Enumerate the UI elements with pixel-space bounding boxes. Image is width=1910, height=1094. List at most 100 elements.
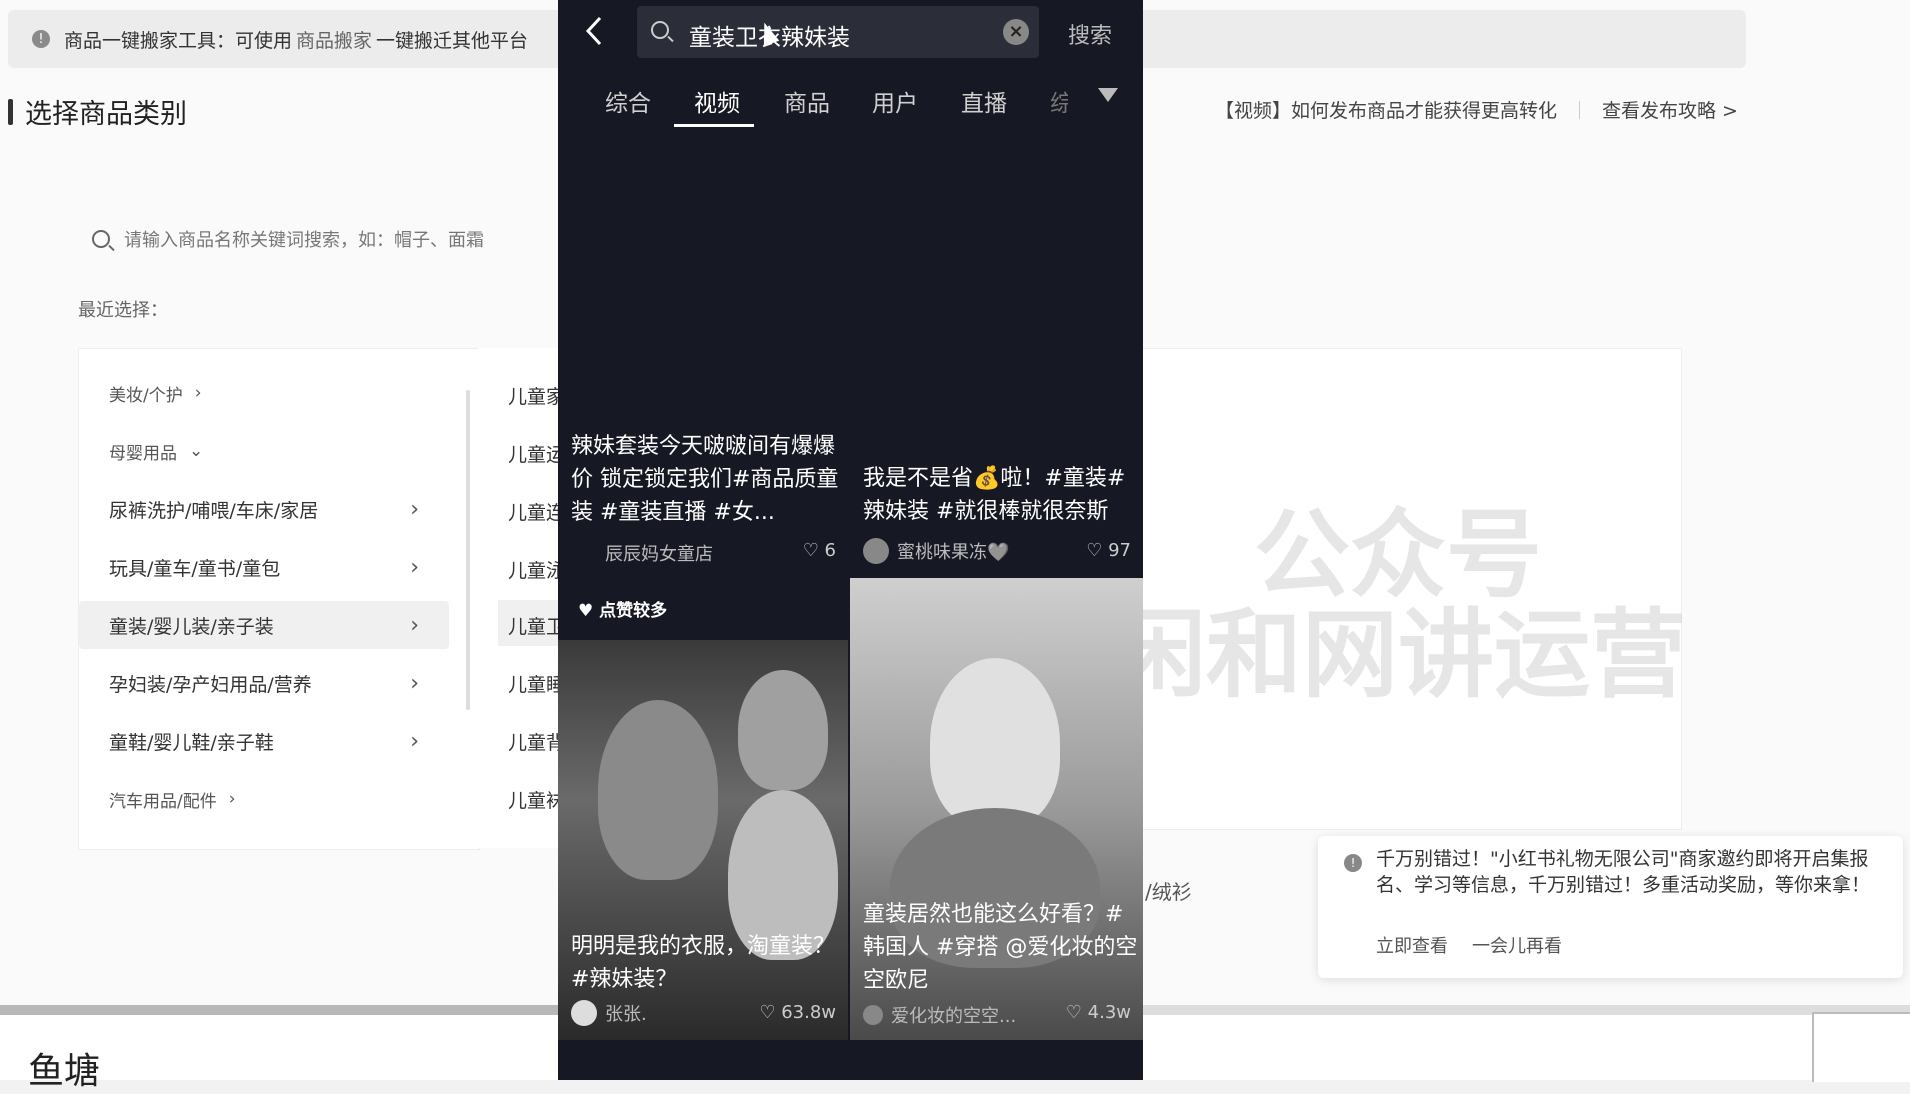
video-author[interactable]: 张张. (571, 1000, 647, 1026)
category-label: 童装/婴儿装/亲子装 (109, 615, 274, 638)
author-name: 张张. (605, 1004, 647, 1025)
avatar (863, 538, 889, 564)
notice-title: 商品一键搬家工具：可使用 (64, 29, 293, 52)
guide-more-link[interactable]: 查看发布攻略 > (1602, 96, 1738, 123)
likes-value: 6 (824, 540, 836, 561)
category-label: 玩具/童车/童书/童包 (109, 557, 281, 580)
scrollbar-thumb[interactable] (0, 1005, 560, 1015)
category-label: 母婴用品 (109, 443, 177, 464)
like-count: ♡ 4.3w (1065, 1002, 1131, 1023)
subcategory-item[interactable]: 儿童睡 (508, 670, 565, 697)
category-item-diapers[interactable]: 尿裤洗护/哺喂/车床/家居 › (79, 485, 449, 533)
subcategory-item[interactable]: 儿童连 (508, 498, 565, 525)
like-count: ♡ 63.8w (759, 1002, 836, 1023)
video-card[interactable]: 童装居然也能这么好看？#韩国人 #穿搭 @爱化妆的空空欧尼 爱化妆的空空... … (850, 578, 1143, 1040)
person-face (930, 658, 1060, 828)
notice-text: 一键搬迁其他平台 (376, 29, 529, 52)
tab-general[interactable]: 综合 (605, 84, 651, 118)
category-label: 汽车用品/配件 (109, 791, 217, 812)
watermark-line: 公众号 (1254, 499, 1542, 611)
subcategory-item[interactable]: 儿童卫 (508, 612, 565, 639)
page-title-text: 选择商品类别 (25, 99, 187, 130)
category-item-auto[interactable]: 汽车用品/配件 › (79, 775, 449, 823)
view-now-button[interactable]: 立即查看 (1376, 932, 1448, 958)
section-heading: 鱼塘 (28, 1051, 101, 1092)
page-title: 选择商品类别 (8, 92, 187, 131)
video-card[interactable]: 辣妹套装今天啵啵间有爆爆价 锁定锁定我们#商品质童装 #童装直播 #女... 辰… (558, 140, 848, 570)
guide-video-link[interactable]: 【视频】如何发布商品才能获得更高转化 (1215, 96, 1557, 123)
phone-search-input[interactable]: 童装卫衣辣妹装 × (637, 6, 1039, 58)
clear-icon[interactable]: × (1003, 19, 1029, 45)
tab-goods[interactable]: 商品 (784, 84, 830, 118)
category-item-kids-clothing[interactable]: 童装/婴儿装/亲子装 › (79, 601, 449, 649)
chevron-right-icon: › (410, 612, 419, 638)
author-name: 爱化妆的空空... (891, 1006, 1017, 1027)
subcategory-item[interactable]: 儿童运 (508, 440, 565, 467)
likes-value: 4.3w (1087, 1002, 1131, 1023)
watermark-line: 闲和网讲运营 (1110, 599, 1686, 711)
category-item-kids-shoes[interactable]: 童鞋/婴儿鞋/亲子鞋 › (79, 717, 449, 765)
later-button[interactable]: 一会儿再看 (1472, 932, 1562, 958)
chevron-right-icon: › (410, 728, 419, 754)
person-figure (598, 700, 718, 880)
video-author[interactable]: 辰辰妈女童店 (571, 540, 713, 566)
subcategory-item[interactable]: 儿童家 (508, 382, 565, 409)
info-icon: ! (1344, 854, 1362, 872)
avatar (571, 1000, 597, 1026)
category-scrollbar[interactable] (466, 390, 470, 710)
phone-search-button[interactable]: 搜索 (1068, 18, 1112, 50)
back-arrow-icon[interactable] (580, 14, 610, 48)
subcategory-item[interactable]: 儿童背 (508, 728, 565, 755)
third-level-item[interactable]: /绒衫 (1145, 876, 1192, 905)
category-label: 童鞋/婴儿鞋/亲子鞋 (109, 731, 274, 754)
notice-link[interactable]: 商品搬家 (296, 26, 372, 53)
chevron-down-icon: ⌄ (189, 441, 204, 461)
hot-badge: ♥ 点赞较多 (578, 601, 668, 621)
search-placeholder: 请输入商品名称关键词搜索，如：帽子、面霜 (124, 230, 484, 251)
category-list: 美妆/个护 › 母婴用品 ⌄ 尿裤洗护/哺喂/车床/家居 › 玩具/童车/童书/… (78, 348, 480, 850)
filter-icon[interactable] (1098, 88, 1118, 102)
video-author[interactable]: 蜜桃味果冻🩶 (863, 538, 1009, 564)
toast-actions: 立即查看 一会儿再看 (1376, 932, 1562, 958)
title-accent-bar (8, 98, 13, 125)
category-item-beauty[interactable]: 美妆/个护 › (79, 369, 449, 417)
category-label: 尿裤洗护/哺喂/车床/家居 (109, 499, 319, 522)
toast-message: 千万别错过！"小红书礼物无限公司"商家邀约即将开启集报名、学习等信息，千万别错过… (1376, 848, 1871, 896)
category-item-toys[interactable]: 玩具/童车/童书/童包 › (79, 543, 449, 591)
chevron-right-icon: › (410, 496, 419, 522)
phone-tabs: 综合 视频 商品 用户 直播 综 (558, 80, 1143, 130)
tab-live[interactable]: 直播 (961, 84, 1007, 118)
video-caption: 辣妹套装今天啵啵间有爆爆价 锁定锁定我们#商品质童装 #童装直播 #女... (571, 434, 839, 525)
category-label: 孕妇装/孕产妇用品/营养 (109, 673, 312, 696)
corner-widget (1812, 1012, 1910, 1082)
active-tab-underline (674, 124, 754, 127)
video-author[interactable]: 爱化妆的空空... (863, 1002, 1016, 1028)
like-count: ♡ 97 (1086, 540, 1131, 561)
search-icon (92, 230, 110, 248)
child-figure (738, 670, 828, 790)
chevron-right-icon: › (410, 670, 419, 696)
search-icon (651, 21, 669, 39)
tab-video[interactable]: 视频 (694, 84, 740, 118)
likes-value: 63.8w (781, 1002, 836, 1023)
like-count: ♡ 6 (802, 540, 836, 561)
tab-more[interactable]: 综 (1050, 84, 1068, 118)
likes-value: 97 (1108, 540, 1131, 561)
subcategory-item[interactable]: 儿童袜 (508, 786, 565, 813)
author-name: 蜜桃味果冻🩶 (897, 542, 1010, 563)
guide-links: 【视频】如何发布商品才能获得更高转化 查看发布攻略 > (1215, 96, 1738, 123)
douyin-phone-overlay: 童装卫衣辣妹装 × 搜索 综合 视频 商品 用户 直播 综 辣妹套装今天啵啵间有… (558, 0, 1143, 1080)
category-item-mother-baby[interactable]: 母婴用品 ⌄ (79, 427, 449, 475)
category-item-maternity[interactable]: 孕妇装/孕产妇用品/营养 › (79, 659, 449, 707)
chevron-right-icon: › (228, 789, 236, 809)
category-search-input[interactable]: 请输入商品名称关键词搜索，如：帽子、面霜 (92, 226, 484, 252)
notification-toast: ! 千万别错过！"小红书礼物无限公司"商家邀约即将开启集报名、学习等信息，千万别… (1318, 836, 1903, 978)
hot-badge-label: 点赞较多 (599, 601, 668, 621)
author-name: 辰辰妈女童店 (605, 544, 713, 565)
video-caption: 我是不是省💰啦！#童装#辣妹装 #就很棒就很奈斯 (863, 466, 1126, 524)
recent-label: 最近选择： (78, 300, 168, 321)
subcategory-item[interactable]: 儿童泳 (508, 556, 565, 583)
video-card[interactable]: 明明是我的衣服，淘童装？ #辣妹装？ 张张. ♡ 63.8w (558, 640, 848, 1040)
video-card[interactable]: 我是不是省💰啦！#童装#辣妹装 #就很棒就很奈斯 蜜桃味果冻🩶 ♡ 97 (850, 140, 1143, 570)
tab-users[interactable]: 用户 (872, 84, 918, 118)
